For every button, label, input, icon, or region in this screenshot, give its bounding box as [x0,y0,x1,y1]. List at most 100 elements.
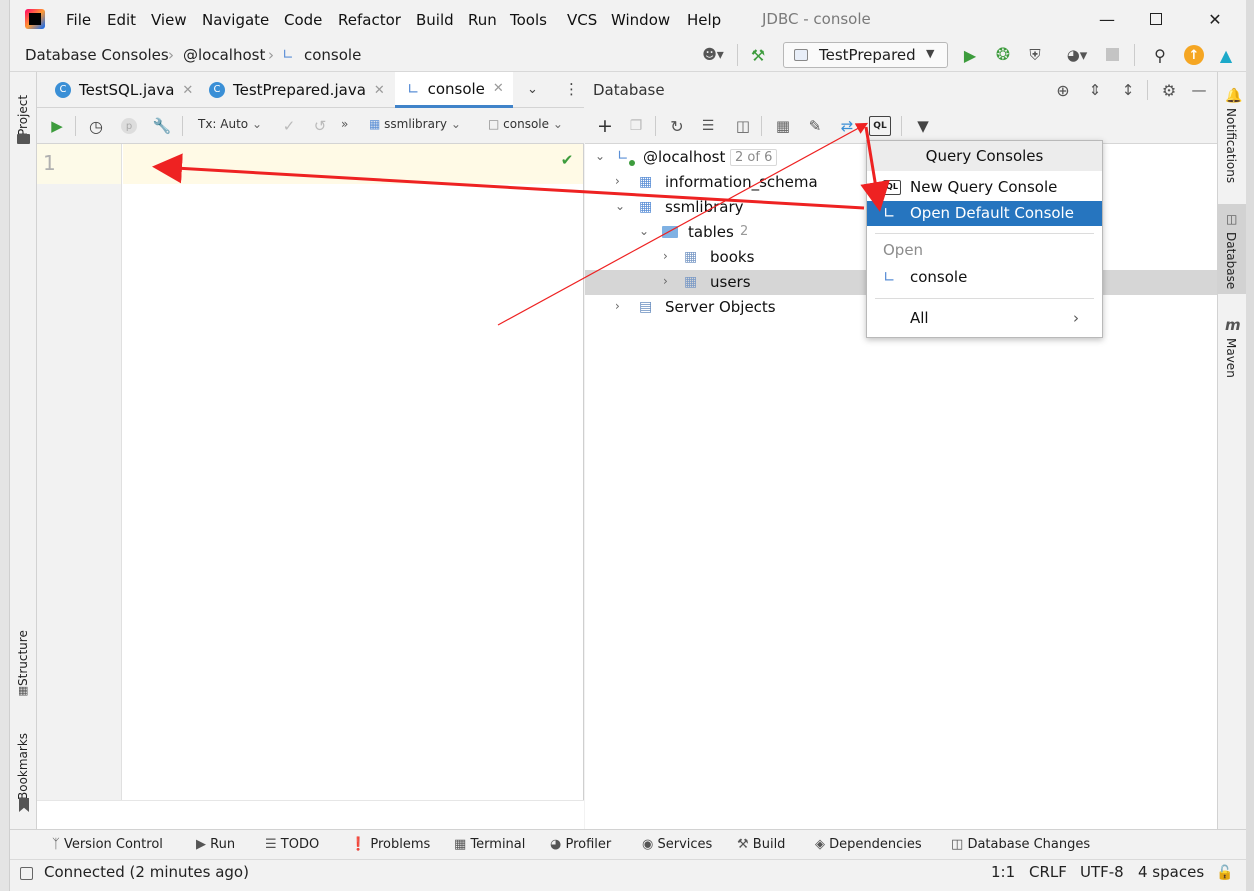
commit-check-icon[interactable]: ✓ [280,117,298,135]
run-icon[interactable]: ▶ [961,46,979,65]
minimize-button[interactable]: — [1087,6,1127,32]
session-selector[interactable]: □ console ⌄ [488,117,563,131]
jump-to-source-icon[interactable]: ⇄ [837,116,857,136]
query-console-sql-icon[interactable]: QL [869,116,891,136]
more-actions-icon[interactable]: » [341,117,348,131]
file-encoding[interactable]: UTF-8 [1080,863,1124,881]
update-arrow-icon[interactable]: ↑ [1184,45,1204,65]
parameters-icon[interactable]: p [121,118,137,134]
menu-refactor[interactable]: Refactor [338,11,401,29]
locate-target-icon[interactable]: ⊕ [1053,80,1073,100]
more-options-icon[interactable]: ⋮ [564,80,579,98]
menu-file[interactable]: File [66,11,91,29]
run-tool-button[interactable]: ▶ Run [196,837,235,852]
menu-help[interactable]: Help [687,11,721,29]
caret-position[interactable]: 1:1 [991,863,1015,881]
menu-code[interactable]: Code [284,11,322,29]
add-plus-icon[interactable]: + [595,115,615,137]
close-icon[interactable]: ✕ [182,83,193,98]
indent-setting[interactable]: 4 spaces [1138,863,1204,881]
tab-testprepared[interactable]: C TestPrepared.java ✕ [209,72,385,108]
schema-selector[interactable]: ▦ ssmlibrary ⌄ [369,117,461,131]
disconnect-db-icon[interactable]: ◫ [733,116,753,136]
profiler-tool-button[interactable]: ◕ Profiler [550,837,611,852]
table-view-icon[interactable]: ▦ [773,116,793,136]
project-tool-button[interactable]: Project [16,80,30,136]
menu-tools[interactable]: Tools [510,11,547,29]
code-editor[interactable] [123,184,583,800]
menu-navigate[interactable]: Navigate [202,11,269,29]
run-config-selector[interactable]: TestPrepared ▼ [783,42,948,68]
menu-view[interactable]: View [151,11,187,29]
chevron-down-icon[interactable]: ⌄ [595,149,605,163]
breadcrumb-database-consoles[interactable]: Database Consoles [25,46,169,64]
menu-edit[interactable]: Edit [107,11,136,29]
history-clock-icon[interactable]: ◷ [87,117,105,136]
todo-tool-button[interactable]: ☰ TODO [265,837,319,852]
close-window-button[interactable]: ✕ [1195,6,1235,32]
schema-count-badge[interactable]: 2 of 6 [730,149,778,166]
chevron-right-icon[interactable]: › [663,249,668,263]
chevron-down-icon[interactable]: ⌄ [615,199,625,213]
menu-vcs[interactable]: VCS [567,11,597,29]
current-line-highlight[interactable] [123,144,583,184]
chevron-right-icon[interactable]: › [615,299,620,313]
filter-funnel-icon[interactable]: ▼ [913,116,933,136]
database-tool-button-active[interactable]: ◫ Database [1218,204,1246,294]
open-console-item[interactable]: ∟ console [867,265,1102,290]
refresh-icon[interactable]: ↻ [667,116,687,136]
edit-pencil-icon[interactable]: ✎ [805,116,825,136]
chevron-down-icon[interactable]: ⌄ [639,224,649,238]
dependencies-tool-button[interactable]: ◈ Dependencies [815,837,922,852]
tab-testsql[interactable]: C TestSQL.java ✕ [55,72,193,108]
menu-build[interactable]: Build [416,11,454,29]
structure-tool-button[interactable]: Structure [16,620,30,686]
all-consoles-item[interactable]: All › [867,306,1102,331]
line-separator[interactable]: CRLF [1029,863,1067,881]
rollback-icon[interactable]: ↺ [311,117,329,135]
bookmarks-tool-button[interactable]: Bookmarks [16,724,30,800]
transaction-mode-dropdown[interactable]: Tx: Auto ⌄ [198,117,262,131]
version-control-tool-button[interactable]: ᛉ Version Control [52,837,163,852]
terminal-tool-button[interactable]: ▦ Terminal [454,837,525,852]
build-hammer-icon[interactable]: ⚒ [748,45,768,65]
tab-list-chevron-icon[interactable]: ⌄ [527,82,538,97]
execute-icon[interactable]: ▶ [49,117,65,135]
settings-wrench-icon[interactable]: 🔧 [153,117,172,135]
notifications-tool-button[interactable]: Notifications [1224,108,1238,192]
copy-icon[interactable]: ❐ [626,116,646,136]
chevron-right-icon[interactable]: › [663,274,668,288]
close-icon[interactable]: ✕ [493,81,504,96]
chevron-right-icon[interactable]: › [615,174,620,188]
layout-square-icon[interactable] [20,867,33,880]
profile-icon[interactable]: ◕▾ [1059,45,1095,65]
menu-run[interactable]: Run [468,11,497,29]
database-tool-button[interactable]: Database [1224,232,1238,292]
debug-bug-icon[interactable]: ❂ [993,45,1013,65]
new-query-console-item[interactable]: QL New Query Console [867,175,1102,200]
lock-icon[interactable]: 🔓 [1216,865,1233,881]
maximize-button[interactable] [1136,6,1176,32]
build-tool-button[interactable]: ⚒ Build [737,837,785,852]
tab-console[interactable]: ∟ console ✕ [395,72,513,108]
schema-config-icon[interactable]: ☰ [697,116,719,136]
collapse-all-icon[interactable]: ↕ [1118,80,1138,100]
menu-window[interactable]: Window [611,11,670,29]
stop-icon[interactable] [1106,48,1119,61]
code-with-me-icon[interactable]: ▲ [1216,45,1236,65]
gear-icon[interactable]: ⚙ [1159,80,1179,100]
coverage-icon[interactable]: ⛨ [1025,45,1045,65]
close-icon[interactable]: ✕ [374,83,385,98]
breadcrumb-console[interactable]: console [304,46,361,64]
user-icon[interactable]: ☻▾ [698,46,728,64]
database-changes-tool-button[interactable]: ◫ Database Changes [951,837,1090,852]
services-tool-button[interactable]: ◉ Services [642,837,712,852]
expand-all-icon[interactable]: ⇕ [1085,80,1105,100]
tree-label: Server Objects [665,298,776,316]
hide-minimize-icon[interactable]: — [1189,80,1209,100]
maven-tool-button[interactable]: Maven [1224,338,1238,386]
problems-tool-button[interactable]: ❗ Problems [350,837,430,852]
breadcrumb-localhost[interactable]: @localhost [183,46,265,64]
search-icon[interactable]: ⚲ [1150,45,1170,65]
open-default-console-item[interactable]: ∟ Open Default Console [867,201,1102,226]
